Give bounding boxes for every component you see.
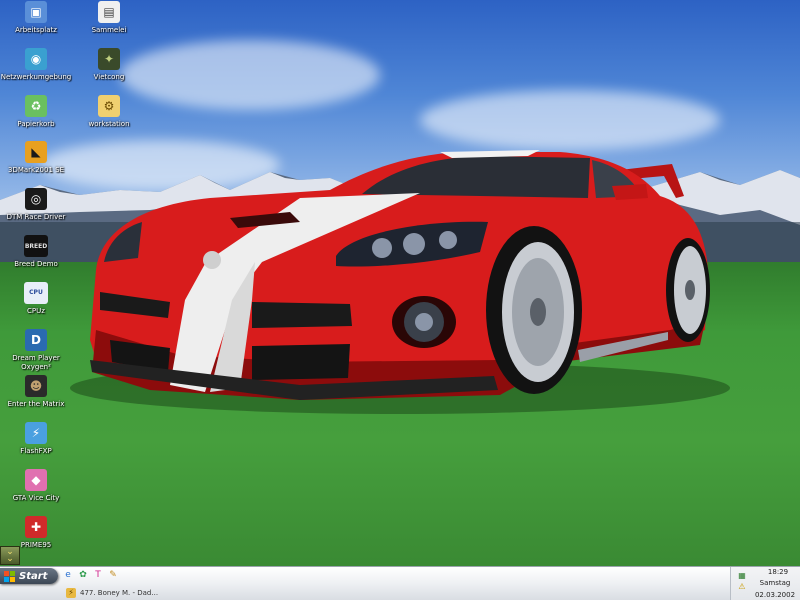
quick-launch-bar: e ✿ T ✎ <box>62 569 119 581</box>
desktop-icon[interactable]: D Dream Player Oxygen² <box>0 328 74 372</box>
taskbar-item-label: 477. Boney M. - Dad... <box>80 588 159 597</box>
clock-date: 02.03.2002 <box>754 591 796 599</box>
desktop-icon[interactable]: ◎ DTM Race Driver <box>0 188 74 222</box>
desktop-icon-label: GTA Vice City <box>12 494 60 502</box>
tool-icon[interactable]: ✎ <box>107 569 119 581</box>
dream-player-icon: D <box>25 328 47 351</box>
desktop-icon[interactable]: CPU CPUz <box>0 281 74 316</box>
chevron-down-icon: ⌄ ⌄ <box>6 546 14 564</box>
matrix-icon: ☻ <box>25 375 47 398</box>
system-tray: ▦ ⚠ 18:29 Samstag 02.03.2002 <box>730 567 800 600</box>
desktop-icon-label: Arbeitsplatz <box>15 26 57 34</box>
desktop-icon-label: FlashFXP <box>20 447 52 456</box>
taskbar-item-winamp[interactable]: ⚡ 477. Boney M. - Dad... <box>66 586 158 599</box>
desktop-icon[interactable]: ⚡ FlashFXP <box>0 422 74 456</box>
document-icon: ▤ <box>98 1 120 23</box>
start-button[interactable]: Start <box>0 568 58 584</box>
breed-icon: BREED <box>24 235 48 257</box>
clock-day: Samstag <box>759 579 791 587</box>
cpuz-icon: CPU <box>24 281 48 304</box>
desktop-icon[interactable]: ◉ Netzwerkumgebung <box>0 47 74 82</box>
desktop-icon-label: Papierkorb <box>17 119 55 128</box>
3dmark-icon: ◣ <box>25 141 47 164</box>
desktop-icon-label: workstation <box>88 120 130 128</box>
clock-time[interactable]: 18:29 <box>757 568 799 576</box>
taskbar: Start e ✿ T ✎ ⚡ 477. Boney M. - Dad... ▦ ⚠ … <box>0 566 800 600</box>
desktop-icon[interactable]: ▣ Arbeitsplatz <box>0 1 74 35</box>
desktop-icon-label: Sammelei <box>91 26 127 34</box>
desktop-icon[interactable]: ☻ Enter the Matrix <box>0 375 74 409</box>
desktop-icon-label: DTM Race Driver <box>6 213 66 222</box>
desktop-icon[interactable]: ✦ Vietcong <box>71 48 147 82</box>
workstation-icon: ⚙ <box>98 95 120 117</box>
desktop-icon[interactable]: BREED Breed Demo <box>0 235 74 269</box>
recycle-bin-icon: ♻ <box>25 94 47 117</box>
network-tray-icon[interactable]: ▦ <box>737 570 747 580</box>
desktop-icon[interactable]: ♻ Papierkorb <box>0 94 74 129</box>
desktop-icon[interactable]: ◆ GTA Vice City <box>0 469 74 503</box>
computer-icon: ▣ <box>25 1 47 23</box>
desktop-icon-label: Enter the Matrix <box>7 400 65 409</box>
quick-expand-button[interactable]: ⌄ ⌄ <box>0 546 20 565</box>
desktop-icon-label: Vietcong <box>93 73 125 81</box>
desktop-icon-label: Netzwerkumgebung <box>0 72 72 81</box>
flashfxp-icon: ⚡ <box>25 422 47 445</box>
gta-icon: ◆ <box>25 469 47 491</box>
prime95-icon: ✚ <box>25 515 47 538</box>
desktop-icon-label: PRIME95 <box>20 540 52 549</box>
desktop-icon-label: CPUz <box>27 306 45 315</box>
start-label: Start <box>19 570 48 582</box>
wallpaper-art <box>0 150 800 414</box>
winamp-icon: ⚡ <box>66 587 76 598</box>
desktop-icon-label: Dream Player Oxygen² <box>12 353 60 371</box>
windows-logo-icon <box>4 570 15 582</box>
telekom-icon[interactable]: T <box>92 569 104 581</box>
desktop-icon[interactable]: ⚙ workstation <box>71 95 147 129</box>
desktop-wallpaper <box>0 0 800 566</box>
warning-tray-icon[interactable]: ⚠ <box>737 581 747 591</box>
vietcong-icon: ✦ <box>98 48 120 70</box>
desktop-icon[interactable]: ✚ PRIME95 <box>0 515 74 550</box>
desktop-icon[interactable]: ▤ Sammelei <box>71 1 147 35</box>
desktop-icon[interactable]: ◣ 3DMark2001 SE <box>0 141 74 175</box>
desktop-icon-label: 3DMark2001 SE <box>7 166 64 175</box>
race-driver-icon: ◎ <box>25 188 47 211</box>
ie-icon[interactable]: e <box>62 569 74 581</box>
desktop-icon-label: Breed Demo <box>14 260 58 268</box>
app-icon[interactable]: ✿ <box>77 569 89 581</box>
network-icon: ◉ <box>25 47 47 70</box>
